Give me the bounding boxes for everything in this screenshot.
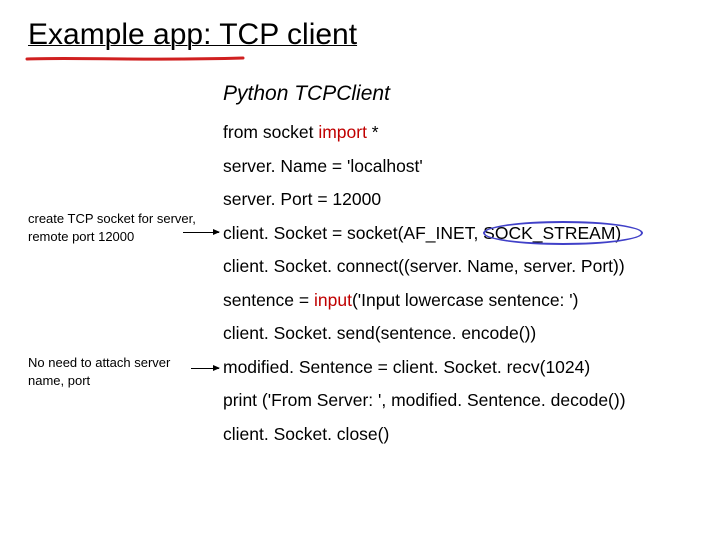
annotation-column: create TCP socket for server, remote por… <box>28 124 223 459</box>
title-underline-mark <box>25 56 245 62</box>
slide-title: Example app: TCP client <box>28 18 357 52</box>
code-line: server. Name = 'localhost' <box>223 158 692 176</box>
code-text: from socket <box>223 122 318 142</box>
code-line: client. Socket. close() <box>223 426 692 444</box>
code-text-highlighted: SOCK_STREAM <box>483 223 615 243</box>
code-line: print ('From Server: ', modified. Senten… <box>223 392 692 410</box>
arrow-icon <box>191 368 219 369</box>
code-line: server. Port = 12000 <box>223 191 692 209</box>
code-text: ) <box>615 223 621 243</box>
code-block: from socket import * server. Name = 'loc… <box>223 124 692 459</box>
code-text: ('Input lowercase sentence: ') <box>352 290 579 310</box>
annotation-no-attach: No need to attach server name, port <box>28 354 203 389</box>
arrow-icon <box>183 232 219 233</box>
keyword: input <box>314 290 352 310</box>
code-text: client. Socket = socket(AF_INET, <box>223 223 483 243</box>
code-line: client. Socket = socket(AF_INET, SOCK_ST… <box>223 225 692 243</box>
code-line: from socket import * <box>223 124 692 142</box>
code-line: modified. Sentence = client. Socket. rec… <box>223 359 692 377</box>
slide-subtitle: Python TCPClient <box>223 82 692 106</box>
keyword: import <box>318 122 367 142</box>
code-text: * <box>367 122 379 142</box>
code-line: sentence = input('Input lowercase senten… <box>223 292 692 310</box>
code-text: sentence = <box>223 290 314 310</box>
code-line: client. Socket. connect((server. Name, s… <box>223 258 692 276</box>
annotation-create-socket: create TCP socket for server, remote por… <box>28 210 203 245</box>
code-line: client. Socket. send(sentence. encode()) <box>223 325 692 343</box>
